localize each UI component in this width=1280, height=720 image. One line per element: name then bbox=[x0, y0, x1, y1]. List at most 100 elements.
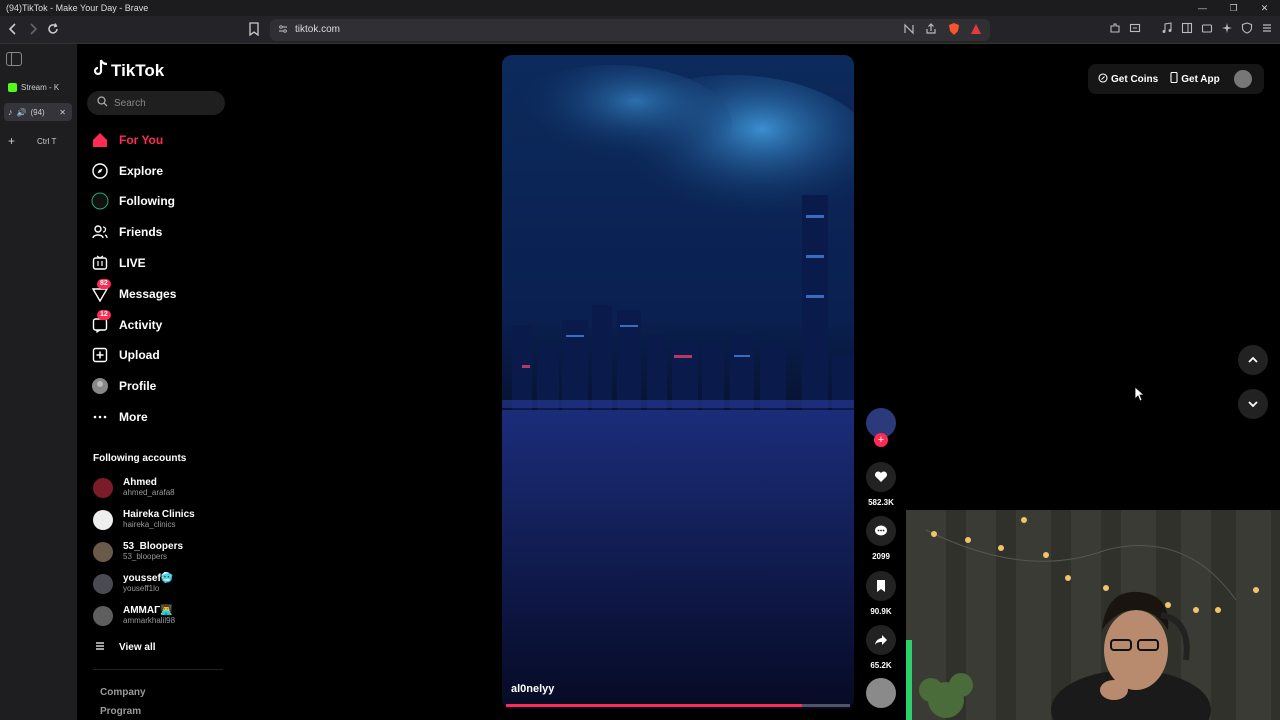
brave-shields-icon[interactable] bbox=[947, 22, 961, 39]
nav-messages[interactable]: 82 Messages bbox=[91, 279, 176, 303]
minimize-button[interactable]: — bbox=[1187, 0, 1218, 16]
leo-ai-icon[interactable] bbox=[1220, 22, 1234, 37]
save-button[interactable]: 90.9K bbox=[864, 571, 898, 616]
forward-icon[interactable] bbox=[25, 22, 41, 38]
bookmark-icon bbox=[866, 571, 896, 601]
more-dots-icon bbox=[91, 408, 109, 426]
webcam-overlay bbox=[906, 510, 1280, 720]
nav-friends[interactable]: Friends bbox=[91, 223, 162, 241]
tab-sidebar-toggle-icon[interactable] bbox=[6, 52, 22, 66]
previous-video-button[interactable] bbox=[1238, 345, 1268, 375]
nav-profile[interactable]: Profile bbox=[91, 377, 156, 395]
friends-icon bbox=[91, 223, 109, 241]
activity-badge: 12 bbox=[97, 310, 111, 320]
nav-following[interactable]: Following bbox=[91, 192, 175, 210]
menu-icon[interactable] bbox=[1260, 22, 1274, 37]
speaker-icon[interactable]: 🔊 bbox=[17, 108, 27, 117]
comment-count: 2099 bbox=[872, 552, 890, 561]
nav-explore[interactable]: Explore bbox=[91, 162, 163, 180]
video-frame bbox=[502, 55, 854, 709]
footer-company-link[interactable]: Company bbox=[100, 687, 146, 698]
browser-toolbar: tiktok.com bbox=[0, 16, 1280, 44]
crypto-wallet-icon[interactable] bbox=[1200, 22, 1214, 37]
activity-icon: 12 bbox=[91, 310, 111, 334]
coin-icon bbox=[1098, 72, 1108, 86]
share-count: 65.2K bbox=[870, 661, 892, 670]
heart-icon bbox=[866, 462, 896, 492]
window-title: (94)TikTok - Make Your Day - Brave bbox=[6, 3, 149, 13]
tab-label: (94) bbox=[30, 107, 45, 117]
tiktok-sidebar: TikTok Search For You Explore Following … bbox=[77, 44, 237, 720]
next-video-button[interactable] bbox=[1238, 389, 1268, 419]
tab-close-icon[interactable]: ✕ bbox=[59, 108, 66, 117]
tiktok-logo[interactable]: TikTok bbox=[93, 59, 164, 82]
webcam-feed bbox=[906, 510, 1280, 720]
restore-button[interactable]: ❐ bbox=[1218, 0, 1249, 16]
following-account[interactable]: 53_Bloopers 53_bloopers bbox=[93, 541, 183, 562]
compass-icon bbox=[91, 162, 109, 180]
browser-tab-sidebar: Stream - K ♪ 🔊 (94) ✕ + Ctrl T bbox=[0, 44, 77, 720]
share-icon[interactable] bbox=[924, 23, 938, 38]
like-button[interactable]: 582.3K bbox=[864, 462, 898, 507]
divider bbox=[93, 669, 223, 670]
creator-avatar-button[interactable]: + bbox=[864, 408, 898, 447]
site-settings-icon[interactable] bbox=[278, 24, 288, 37]
tab-tiktok[interactable]: ♪ 🔊 (94) ✕ bbox=[4, 103, 72, 121]
avatar bbox=[93, 509, 113, 530]
video-progress-fill bbox=[506, 704, 802, 707]
following-account[interactable]: Haireka Clinics haireka_clinics bbox=[93, 509, 195, 530]
search-placeholder: Search bbox=[114, 97, 146, 109]
back-icon[interactable] bbox=[5, 22, 21, 38]
get-coins-button[interactable]: Get Coins bbox=[1098, 72, 1158, 86]
window-controls: — ❐ ✕ bbox=[1187, 0, 1280, 16]
music-disc-icon bbox=[866, 678, 896, 708]
view-all-link[interactable]: View all bbox=[95, 641, 156, 654]
comment-button[interactable]: 2099 bbox=[864, 516, 898, 561]
follow-plus-icon[interactable]: + bbox=[874, 433, 888, 447]
translate-icon[interactable] bbox=[902, 23, 916, 38]
video-player[interactable]: al0nelyy bbox=[502, 55, 854, 709]
tiktok-note-icon bbox=[93, 59, 109, 82]
reload-icon[interactable] bbox=[45, 22, 61, 38]
tab-stream[interactable]: Stream - K bbox=[4, 78, 72, 96]
avatar bbox=[93, 477, 113, 498]
user-avatar[interactable] bbox=[1234, 70, 1252, 88]
extensions-icon[interactable] bbox=[1108, 22, 1122, 37]
vpn-icon[interactable] bbox=[1240, 22, 1254, 37]
phone-icon bbox=[1170, 71, 1178, 86]
nav-upload[interactable]: Upload bbox=[91, 346, 160, 364]
following-account[interactable]: Ahmed ahmed_arafa8 bbox=[93, 477, 175, 498]
messages-icon: 82 bbox=[91, 279, 111, 303]
get-app-button[interactable]: Get App bbox=[1170, 71, 1220, 86]
video-author[interactable]: al0nelyy bbox=[511, 683, 554, 695]
nav-more[interactable]: More bbox=[91, 408, 148, 426]
search-input[interactable]: Search bbox=[87, 91, 225, 115]
search-icon bbox=[97, 96, 108, 110]
media-icon[interactable] bbox=[1160, 22, 1174, 37]
following-account[interactable]: youssef🥶 youseff1lo bbox=[93, 573, 173, 594]
sound-disc[interactable] bbox=[864, 678, 898, 708]
close-window-button[interactable]: ✕ bbox=[1249, 0, 1280, 16]
sidebar-toggle-icon[interactable] bbox=[1180, 22, 1194, 37]
footer-program-link[interactable]: Program bbox=[100, 706, 141, 717]
brave-rewards-icon[interactable] bbox=[969, 23, 983, 38]
list-icon bbox=[95, 641, 105, 654]
nav-activity[interactable]: 12 Activity bbox=[91, 310, 162, 334]
home-icon bbox=[91, 131, 109, 149]
nav-for-you[interactable]: For You bbox=[91, 131, 163, 149]
bookmark-icon[interactable] bbox=[246, 22, 262, 38]
url-text: tiktok.com bbox=[295, 24, 341, 35]
video-progress-bar[interactable] bbox=[506, 704, 850, 707]
avatar bbox=[93, 541, 113, 562]
kick-favicon-icon bbox=[8, 82, 17, 92]
nav-live[interactable]: LIVE bbox=[91, 254, 146, 272]
messages-badge: 82 bbox=[97, 279, 111, 289]
share-button[interactable]: 65.2K bbox=[864, 625, 898, 670]
like-count: 582.3K bbox=[868, 498, 894, 507]
wallet-icon[interactable] bbox=[1128, 22, 1142, 37]
new-tab-button[interactable]: + Ctrl T bbox=[4, 132, 72, 150]
mouse-cursor-icon bbox=[1134, 386, 1146, 407]
following-account[interactable]: AMMAΓ👨‍💻 ammarkhalil98 bbox=[93, 605, 175, 626]
address-bar[interactable]: tiktok.com bbox=[270, 19, 990, 41]
share-arrow-icon bbox=[866, 625, 896, 655]
